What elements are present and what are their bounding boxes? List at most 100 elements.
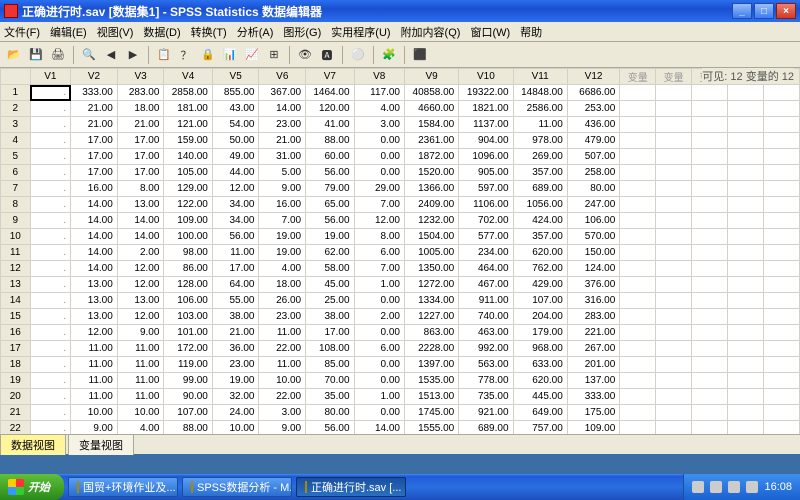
empty-cell[interactable] (692, 181, 728, 197)
cell[interactable]: 109.00 (164, 213, 212, 229)
cell[interactable]: 316.00 (567, 293, 619, 309)
cell[interactable]: 1397.00 (404, 357, 458, 373)
cell[interactable]: 128.00 (164, 277, 212, 293)
row-header[interactable]: 14 (1, 293, 31, 309)
cell[interactable]: 109.00 (567, 421, 619, 435)
empty-cell[interactable] (763, 277, 799, 293)
cell[interactable]: 757.00 (513, 421, 567, 435)
empty-cell[interactable] (692, 293, 728, 309)
cell[interactable]: 19.00 (259, 229, 306, 245)
tray-icon[interactable] (692, 481, 704, 493)
cell[interactable]: 12.00 (117, 309, 164, 325)
cell[interactable]: 18.00 (117, 101, 164, 117)
cell[interactable]: 18.00 (259, 277, 306, 293)
empty-cell[interactable] (656, 197, 692, 213)
cell[interactable]: 620.00 (513, 373, 567, 389)
cell[interactable]: . (30, 149, 71, 165)
empty-cell[interactable] (620, 389, 656, 405)
cell[interactable]: 181.00 (164, 101, 212, 117)
cell[interactable]: 172.00 (164, 341, 212, 357)
toolbar-button[interactable]: 🧩 (379, 45, 399, 65)
cell[interactable]: 17.00 (306, 325, 354, 341)
cell[interactable]: 1464.00 (306, 85, 354, 101)
cell[interactable]: 1106.00 (459, 197, 513, 213)
cell[interactable]: 11.00 (117, 341, 164, 357)
cell[interactable]: 56.00 (306, 421, 354, 435)
menu-graph[interactable]: 图形(G) (283, 24, 321, 40)
cell[interactable]: 863.00 (404, 325, 458, 341)
cell[interactable]: 56.00 (306, 213, 354, 229)
cell[interactable]: 22.00 (259, 389, 306, 405)
cell[interactable]: 2228.00 (404, 341, 458, 357)
cell[interactable]: 762.00 (513, 261, 567, 277)
cell[interactable]: 14.00 (259, 101, 306, 117)
tray-icon[interactable] (728, 481, 740, 493)
empty-cell[interactable] (620, 197, 656, 213)
cell[interactable]: 1504.00 (404, 229, 458, 245)
cell[interactable]: 2586.00 (513, 101, 567, 117)
cell[interactable]: 1056.00 (513, 197, 567, 213)
cell[interactable]: 86.00 (164, 261, 212, 277)
column-header[interactable]: V3 (117, 69, 164, 85)
empty-cell[interactable] (656, 405, 692, 421)
cell[interactable]: 29.00 (354, 181, 404, 197)
toolbar-button[interactable]: 🔒 (198, 45, 218, 65)
column-header[interactable]: V10 (459, 69, 513, 85)
cell[interactable]: 25.00 (306, 293, 354, 309)
empty-cell[interactable] (728, 229, 764, 245)
empty-cell[interactable] (620, 277, 656, 293)
empty-column-header[interactable]: 变量 (620, 69, 656, 85)
empty-cell[interactable] (763, 165, 799, 181)
empty-cell[interactable] (656, 357, 692, 373)
empty-cell[interactable] (728, 261, 764, 277)
cell[interactable]: 40858.00 (404, 85, 458, 101)
empty-cell[interactable] (728, 85, 764, 101)
empty-cell[interactable] (763, 373, 799, 389)
cell[interactable]: 201.00 (567, 357, 619, 373)
cell[interactable]: 43.00 (212, 101, 259, 117)
empty-cell[interactable] (728, 213, 764, 229)
cell[interactable]: 376.00 (567, 277, 619, 293)
row-header[interactable]: 2 (1, 101, 31, 117)
cell[interactable]: 31.00 (259, 149, 306, 165)
cell[interactable]: 119.00 (164, 357, 212, 373)
empty-column-header[interactable]: 变量 (656, 69, 692, 85)
row-header[interactable]: 19 (1, 373, 31, 389)
empty-cell[interactable] (763, 149, 799, 165)
toolbar-button[interactable]: 📈 (242, 45, 262, 65)
cell[interactable]: 689.00 (459, 421, 513, 435)
empty-cell[interactable] (763, 309, 799, 325)
empty-cell[interactable] (656, 101, 692, 117)
cell[interactable]: 11.00 (117, 357, 164, 373)
cell[interactable]: 921.00 (459, 405, 513, 421)
empty-cell[interactable] (763, 133, 799, 149)
empty-cell[interactable] (728, 389, 764, 405)
minimize-button[interactable]: _ (732, 3, 752, 19)
empty-cell[interactable] (656, 181, 692, 197)
cell[interactable]: 1745.00 (404, 405, 458, 421)
cell[interactable]: 7.00 (354, 197, 404, 213)
cell[interactable]: . (30, 181, 71, 197)
cell[interactable]: 2361.00 (404, 133, 458, 149)
empty-cell[interactable] (692, 389, 728, 405)
cell[interactable]: 2409.00 (404, 197, 458, 213)
cell[interactable]: 357.00 (513, 229, 567, 245)
menu-util[interactable]: 实用程序(U) (331, 24, 390, 40)
cell[interactable]: 19322.00 (459, 85, 513, 101)
cell[interactable]: 0.00 (354, 165, 404, 181)
clock[interactable]: 16:08 (764, 481, 792, 493)
empty-cell[interactable] (728, 405, 764, 421)
empty-cell[interactable] (620, 261, 656, 277)
cell[interactable]: 80.00 (567, 181, 619, 197)
cell[interactable]: 445.00 (513, 389, 567, 405)
maximize-button[interactable]: □ (754, 3, 774, 19)
cell[interactable]: 17.00 (212, 261, 259, 277)
cell[interactable]: 649.00 (513, 405, 567, 421)
cell[interactable]: 11.00 (71, 389, 118, 405)
empty-cell[interactable] (763, 405, 799, 421)
toolbar-button[interactable]: ⊞ (264, 45, 284, 65)
cell[interactable]: 98.00 (164, 245, 212, 261)
cell[interactable]: 1872.00 (404, 149, 458, 165)
cell[interactable]: 978.00 (513, 133, 567, 149)
cell[interactable]: 1137.00 (459, 117, 513, 133)
